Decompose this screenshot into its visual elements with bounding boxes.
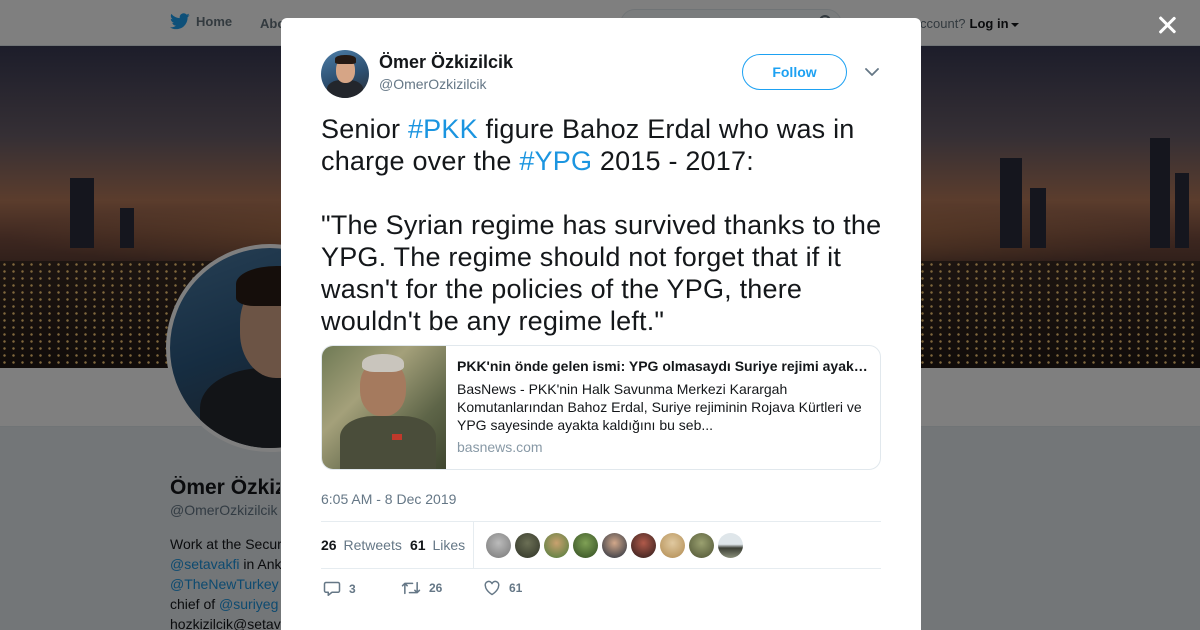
author-avatar[interactable] bbox=[321, 50, 369, 98]
liker-avatar[interactable] bbox=[573, 533, 598, 558]
tweet-text-segment: Senior bbox=[321, 114, 408, 144]
reply-icon bbox=[323, 581, 341, 596]
hashtag-link[interactable]: #YPG bbox=[519, 146, 592, 176]
chevron-down-icon[interactable] bbox=[865, 67, 879, 77]
liker-avatar[interactable] bbox=[515, 533, 540, 558]
card-thumbnail bbox=[322, 346, 446, 469]
likes-stat[interactable]: 61 Likes bbox=[410, 537, 465, 553]
liker-avatar[interactable] bbox=[602, 533, 627, 558]
reply-count: 3 bbox=[349, 581, 356, 596]
like-count: 61 bbox=[509, 581, 523, 595]
liker-avatar[interactable] bbox=[631, 533, 656, 558]
retweets-count: 26 bbox=[321, 537, 337, 553]
author-name[interactable]: Ömer Özkizilcik bbox=[379, 52, 513, 73]
card-description: BasNews - PKK'nin Halk Savunma Merkezi K… bbox=[457, 381, 862, 433]
heart-icon bbox=[484, 580, 500, 596]
likes-label: Likes bbox=[432, 537, 466, 553]
liker-avatar[interactable] bbox=[660, 533, 685, 558]
card-title: PKK'nin önde gelen ismi: YPG olmasaydı S… bbox=[457, 358, 870, 374]
retweet-count: 26 bbox=[429, 581, 443, 595]
tweet-timestamp[interactable]: 6:05 AM - 8 Dec 2019 bbox=[321, 491, 456, 507]
likes-count: 61 bbox=[410, 537, 426, 553]
follow-button[interactable]: Follow bbox=[742, 54, 847, 90]
tweet-permalink-modal: Ömer Özkizilcik @OmerOzkizilcik Follow S… bbox=[281, 18, 921, 630]
liker-avatar[interactable] bbox=[718, 533, 743, 558]
close-icon[interactable] bbox=[1154, 12, 1180, 38]
author-handle[interactable]: @OmerOzkizilcik bbox=[379, 76, 487, 92]
liker-avatar[interactable] bbox=[544, 533, 569, 558]
retweets-stat[interactable]: 26 Retweets bbox=[321, 537, 402, 553]
retweets-label: Retweets bbox=[343, 537, 402, 553]
hashtag-link[interactable]: #PKK bbox=[408, 114, 478, 144]
card-domain: basnews.com bbox=[457, 439, 543, 455]
tweet-stats: 26 Retweets 61 Likes bbox=[321, 521, 881, 569]
reply-button[interactable]: 3 bbox=[323, 580, 356, 597]
retweet-icon bbox=[401, 581, 421, 595]
tweet-text: Senior #PKK figure Bahoz Erdal who was i… bbox=[321, 113, 891, 337]
retweet-button[interactable]: 26 bbox=[401, 580, 442, 596]
like-button[interactable]: 61 bbox=[483, 580, 522, 596]
liker-avatar[interactable] bbox=[689, 533, 714, 558]
tweet-actions: 3 26 61 bbox=[321, 580, 881, 600]
liker-avatar[interactable] bbox=[486, 533, 511, 558]
link-preview-card[interactable]: PKK'nin önde gelen ismi: YPG olmasaydı S… bbox=[321, 345, 881, 470]
